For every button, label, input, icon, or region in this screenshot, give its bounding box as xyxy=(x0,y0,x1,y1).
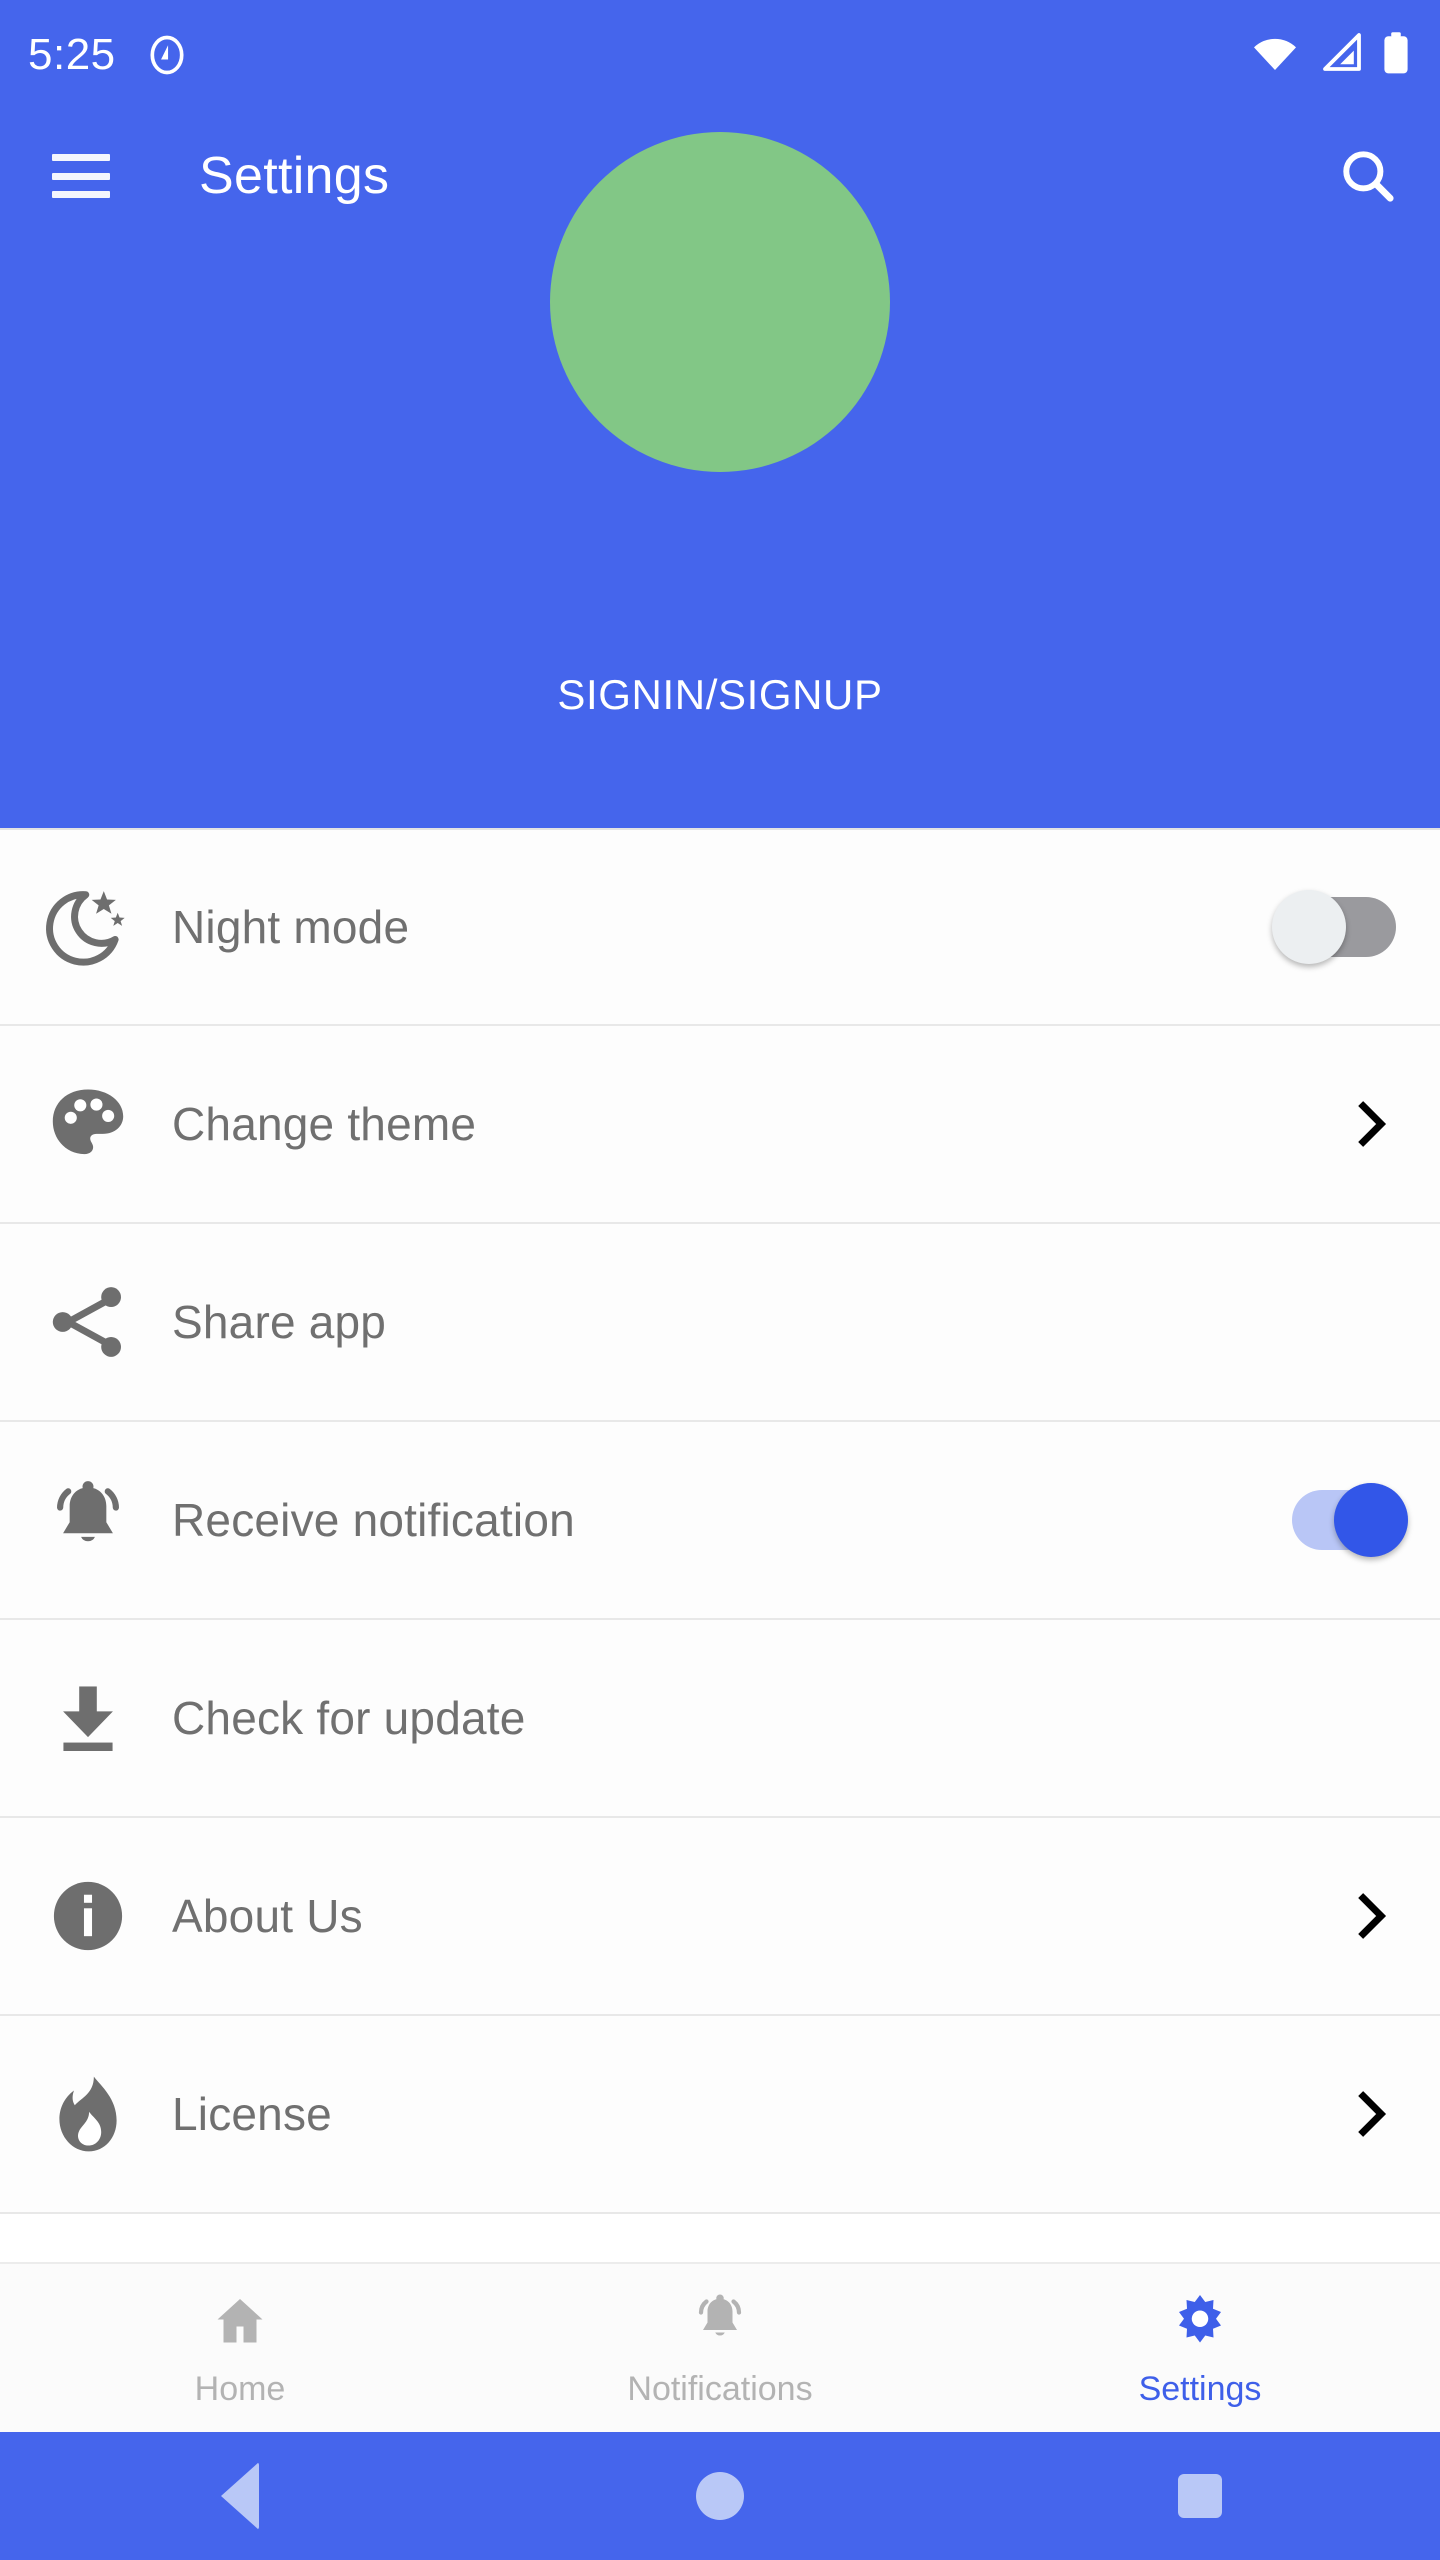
page-title: Settings xyxy=(199,147,390,205)
row-trailing xyxy=(1268,1097,1398,1151)
chevron-right-icon[interactable] xyxy=(1344,1097,1398,1151)
gear-icon xyxy=(1170,2291,1230,2356)
settings-row-label: Night mode xyxy=(172,901,410,953)
android-q-logo-icon xyxy=(146,34,188,76)
status-bar-icons xyxy=(1250,31,1410,80)
settings-row-label: Receive notification xyxy=(172,1494,575,1546)
bottom-nav-label: Notifications xyxy=(627,2369,813,2408)
status-bar-clock: 5:25 xyxy=(28,30,116,79)
settings-row-night-mode[interactable]: Night mode xyxy=(0,828,1440,1026)
settings-row-label: Change theme xyxy=(172,1098,477,1150)
hamburger-bar xyxy=(52,172,110,180)
wifi-full-icon xyxy=(1250,33,1300,78)
signin-signup-button[interactable]: SIGNIN/SIGNUP xyxy=(557,674,882,716)
home-circle-icon[interactable] xyxy=(480,2472,960,2520)
bottom-navigation: Home Notifications Settings xyxy=(0,2262,1440,2432)
info-circle-icon xyxy=(34,1872,142,1960)
back-glyph xyxy=(221,2462,259,2530)
settings-row-license[interactable]: License xyxy=(0,2016,1440,2214)
bottom-nav-label: Home xyxy=(194,2369,286,2408)
settings-row-change-theme[interactable]: Change theme xyxy=(0,1026,1440,1224)
search-icon[interactable] xyxy=(1330,138,1406,214)
download-update-icon xyxy=(34,1674,142,1762)
bell-icon xyxy=(690,2291,750,2356)
toggle-thumb xyxy=(1334,1483,1408,1557)
hamburger-bar xyxy=(52,191,110,198)
settings-row-label: License xyxy=(172,2088,332,2140)
night-mode-moon-icon xyxy=(34,883,142,971)
status-bar: 5:25 xyxy=(0,0,1440,110)
share-icon xyxy=(34,1278,142,1366)
settings-list: Night mode Change theme Share app Receiv… xyxy=(0,828,1440,2262)
palette-icon xyxy=(34,1080,142,1168)
hamburger-bar xyxy=(52,154,110,161)
home-glyph xyxy=(696,2472,744,2520)
avatar xyxy=(550,132,890,472)
android-system-nav xyxy=(0,2432,1440,2560)
phone-screen: 5:25 Settings SIGNIN/SIGNUP Night mode C… xyxy=(0,0,1440,2560)
chevron-right-icon[interactable] xyxy=(1344,1889,1398,1943)
night-mode-toggle[interactable] xyxy=(1272,890,1398,964)
row-trailing xyxy=(1268,1889,1398,1943)
flame-icon xyxy=(34,2070,142,2158)
bottom-nav-label: Settings xyxy=(1138,2369,1262,2408)
row-trailing xyxy=(1268,890,1398,964)
recents-square-icon[interactable] xyxy=(960,2474,1440,2518)
settings-row-label: Check for update xyxy=(172,1692,526,1744)
row-trailing xyxy=(1268,2087,1398,2141)
settings-row-about-us[interactable]: About Us xyxy=(0,1818,1440,2016)
home-icon xyxy=(210,2291,270,2356)
bell-ringing-icon xyxy=(34,1476,142,1564)
bottom-nav-item-notifications[interactable]: Notifications xyxy=(480,2264,960,2432)
chevron-right-icon[interactable] xyxy=(1344,2087,1398,2141)
recents-glyph xyxy=(1178,2474,1222,2518)
settings-row-receive-notification[interactable]: Receive notification xyxy=(0,1422,1440,1620)
hamburger-menu-icon[interactable] xyxy=(52,154,110,198)
battery-full-icon xyxy=(1382,31,1410,80)
back-triangle-icon[interactable] xyxy=(0,2462,480,2530)
profile-header: SIGNIN/SIGNUP xyxy=(0,132,1440,828)
toggle-thumb xyxy=(1272,890,1346,964)
settings-row-label: Share app xyxy=(172,1296,387,1348)
cell-signal-icon xyxy=(1318,32,1364,78)
bottom-nav-item-settings[interactable]: Settings xyxy=(960,2264,1440,2432)
settings-row-share-app[interactable]: Share app xyxy=(0,1224,1440,1422)
bottom-nav-item-home[interactable]: Home xyxy=(0,2264,480,2432)
settings-row-label: About Us xyxy=(172,1890,363,1942)
settings-row-check-for-update[interactable]: Check for update xyxy=(0,1620,1440,1818)
row-trailing xyxy=(1268,1483,1408,1557)
receive-notification-toggle[interactable] xyxy=(1278,1483,1408,1557)
